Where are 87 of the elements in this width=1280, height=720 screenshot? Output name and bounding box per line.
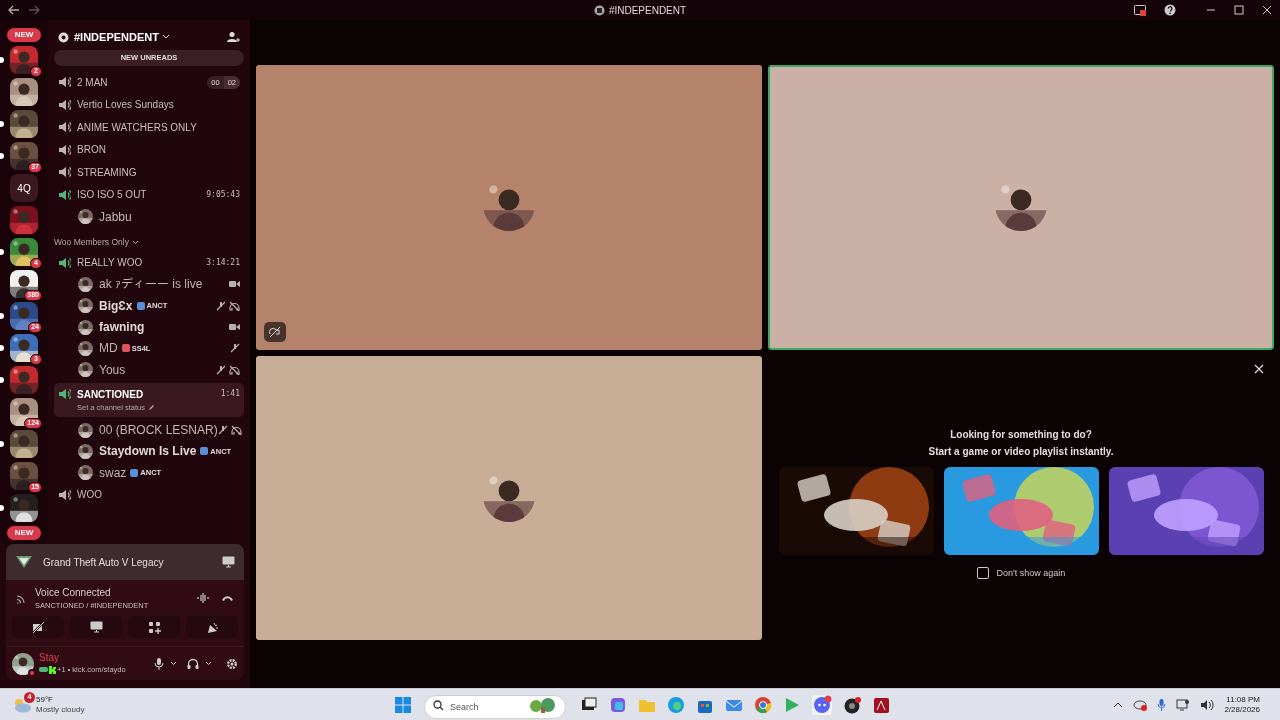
- voice-channel[interactable]: WOO: [54, 483, 244, 506]
- server-icon: [593, 4, 605, 16]
- forward-arrow-icon[interactable]: [28, 5, 40, 15]
- network-icon[interactable]: [1176, 698, 1191, 711]
- search-field[interactable]: Search: [424, 695, 566, 719]
- maximize-icon[interactable]: [1234, 5, 1244, 15]
- clock-date[interactable]: 2/28/2026: [1224, 704, 1260, 715]
- new-pill[interactable]: NEW: [6, 526, 42, 540]
- video-tile[interactable]: [256, 355, 762, 640]
- call-timer: 3:14:21: [206, 256, 240, 269]
- inbox-icon[interactable]: [1134, 4, 1146, 16]
- temperature: 59°F: [36, 694, 54, 705]
- voice-user-name[interactable]: Yous: [99, 362, 126, 377]
- chevron-down-icon: [131, 239, 139, 245]
- voice-channel[interactable]: ANIME WATCHERS ONLY: [54, 116, 244, 139]
- microphone-icon[interactable]: [154, 657, 164, 670]
- call-timer: 9:05:43: [206, 188, 240, 201]
- back-arrow-icon[interactable]: [8, 5, 20, 15]
- chevron-down-icon[interactable]: [170, 661, 177, 666]
- voice-user-name[interactable]: ak ｧディーー is live: [99, 277, 203, 292]
- voice-user-name[interactable]: Staydown Is Live: [99, 444, 197, 459]
- kick-logo-icon: [49, 665, 56, 674]
- gamepad-icon: [39, 666, 48, 673]
- voice-channel[interactable]: Vertio Loves Sundays: [54, 93, 244, 116]
- close-icon: [1254, 363, 1264, 374]
- disconnect-icon[interactable]: [221, 594, 234, 602]
- category-header[interactable]: Woo Members Only: [54, 233, 244, 252]
- camera-off-icon: [31, 620, 45, 634]
- voice-channel[interactable]: ISO ISO 5 OUT 9:05:43: [54, 183, 244, 206]
- video-tile[interactable]: [768, 65, 1274, 350]
- add-member-icon[interactable]: [227, 31, 240, 43]
- noise-suppression-icon[interactable]: [197, 592, 209, 604]
- username: Stay: [39, 651, 60, 664]
- voice-user-name[interactable]: MD: [99, 341, 118, 356]
- screen-share-button[interactable]: [70, 616, 122, 638]
- game-logo-icon: [15, 555, 33, 569]
- cloud-sync-icon[interactable]: [1133, 698, 1148, 711]
- call-timer: 1:41: [220, 388, 240, 401]
- volume-icon[interactable]: [1200, 698, 1215, 711]
- search-icon: [433, 700, 444, 711]
- voice-user-name[interactable]: 00 (BROCK LESNAR): [99, 423, 218, 438]
- pencil-icon[interactable]: [147, 404, 155, 412]
- voice-user-name[interactable]: swaz: [99, 465, 127, 480]
- start-icon[interactable]: [394, 696, 412, 714]
- weather-condition: Mostly cloudy: [36, 704, 85, 715]
- trees-icon: [528, 697, 558, 713]
- settings-icon[interactable]: [226, 657, 238, 670]
- new-pill[interactable]: NEW: [6, 28, 42, 42]
- copilot-icon[interactable]: [609, 696, 627, 714]
- help-icon[interactable]: [1164, 4, 1176, 16]
- chrome-icon[interactable]: [754, 696, 772, 714]
- game-title: Grand Theft Auto V Legacy: [43, 555, 164, 570]
- pdf-reader-icon[interactable]: [872, 696, 890, 714]
- window-title: #INDEPENDENT: [608, 3, 687, 18]
- activities-button[interactable]: [128, 616, 180, 638]
- activities-icon: [147, 620, 161, 634]
- soundboard-icon: [205, 620, 219, 634]
- camera-off-button[interactable]: [12, 616, 64, 638]
- gear-badge-icon: [58, 31, 69, 43]
- close-icon[interactable]: [1262, 5, 1272, 15]
- chevron-down-icon[interactable]: [205, 661, 212, 666]
- server-icon[interactable]: 4Q: [10, 174, 38, 202]
- clock-time[interactable]: 11:08 PM: [1226, 694, 1260, 705]
- voice-channel[interactable]: REALLY WOO 3:14:21: [54, 251, 244, 274]
- screen-share-icon: [89, 620, 103, 634]
- recorder-icon[interactable]: [843, 696, 861, 714]
- video-tile[interactable]: [256, 65, 762, 350]
- activity-subheading: Start a game or video playlist instantly.: [928, 444, 1114, 459]
- chevron-up-icon[interactable]: [1113, 701, 1124, 708]
- checkbox-label: Don't show again: [996, 566, 1066, 580]
- voice-user-name[interactable]: BigƐx: [99, 298, 133, 313]
- voice-status: Voice Connected: [35, 585, 112, 600]
- activity-heading: Looking for something to do?: [950, 427, 1092, 442]
- voice-channel[interactable]: STREAMING: [54, 161, 244, 184]
- do-not-disturb-status-icon: [28, 668, 36, 677]
- headphones-icon[interactable]: [187, 657, 199, 670]
- chevron-down-icon: [161, 34, 170, 40]
- screen-share-icon[interactable]: [222, 556, 235, 568]
- soundboard-button[interactable]: [186, 616, 238, 638]
- connection-signal-icon: [16, 592, 28, 604]
- voice-user-name[interactable]: fawning: [99, 320, 145, 335]
- chat-app-icon[interactable]: [812, 695, 832, 715]
- checkbox[interactable]: [976, 567, 989, 580]
- preview-off-icon: [269, 325, 281, 338]
- voice-channel[interactable]: BRON: [54, 138, 244, 161]
- voice-user-name[interactable]: Jabbu: [99, 209, 132, 224]
- server-name-dropdown[interactable]: #INDEPENDENT: [74, 28, 170, 46]
